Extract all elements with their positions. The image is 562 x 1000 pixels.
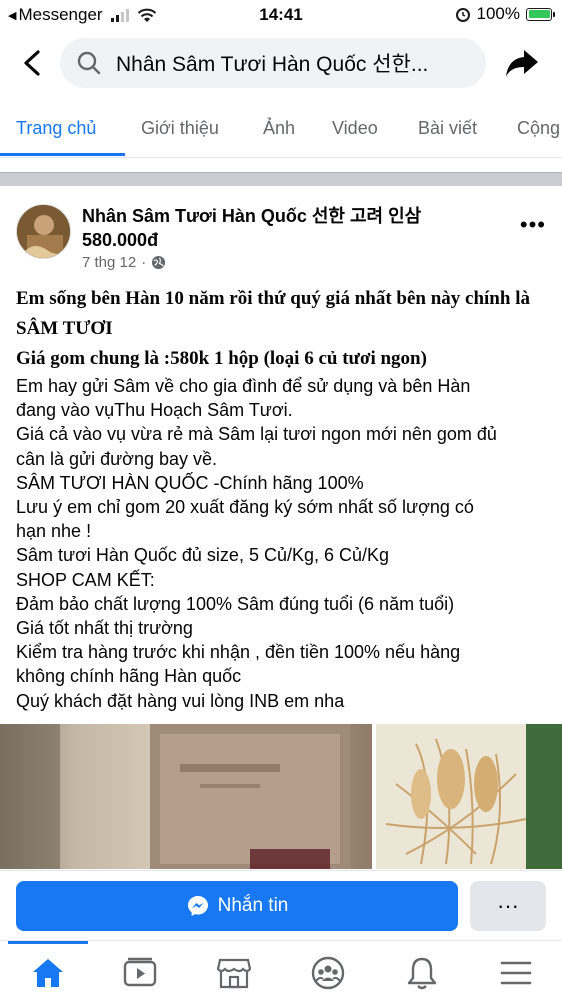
avatar-image [17,205,70,258]
status-right: 100% [455,4,555,24]
search-icon [77,51,101,75]
message-action-bar: Nhắn tin ··· [0,870,562,940]
battery-icon [526,7,555,21]
post-bold-line: Giá gom chung là :580k 1 hộp (loại 6 củ … [16,348,427,369]
nav-marketplace[interactable] [214,953,254,993]
nav-active-indicator [8,941,88,944]
back-button[interactable] [16,46,50,80]
post-line: SHOP CAM KẾT: [16,569,155,590]
post-photos [0,724,562,869]
avatar[interactable] [16,204,71,259]
groups-icon [311,956,345,990]
nav-home[interactable] [28,953,68,993]
search-field[interactable]: Nhân Sâm Tươi Hàn Quốc 선한... [60,38,486,88]
photo-box-image [0,724,350,869]
more-actions-button[interactable]: ··· [470,881,546,931]
post-author[interactable]: Nhân Sâm Tươi Hàn Quốc 선한 고려 인삼 580.000đ [82,204,462,252]
tab-photos[interactable]: Ảnh [263,118,295,139]
post-line: Kiểm tra hàng trước khi nhận , đền tiền … [16,642,461,663]
post-body: Em sống bên Hàn 10 năm rồi thứ quý giá n… [16,284,546,713]
post-header: Nhân Sâm Tươi Hàn Quốc 선한 고려 인삼 580.000đ… [0,198,562,278]
menu-icon [500,961,532,985]
section-divider [0,172,562,186]
nav-notifications[interactable] [402,953,442,993]
page-tabs: Trang chủ Giới thiệu Ảnh Video Bài viết … [0,104,562,158]
post-line: Sâm tươi Hàn Quốc đủ size, 5 Củ/Kg, 6 Củ… [16,545,390,566]
post-line: hạn nhe ! [16,521,92,542]
tab-posts[interactable]: Bài viết [418,118,477,139]
top-bar: Nhân Sâm Tươi Hàn Quốc 선한... [0,34,562,94]
home-icon [33,959,63,987]
battery-percent: 100% [476,4,520,23]
send-message-button[interactable]: Nhắn tin [16,881,458,931]
status-bar: ◀ Messenger 14:41 100% [0,0,562,30]
globe-icon [152,255,166,270]
bottom-nav [0,940,562,1000]
battery-level [528,10,550,18]
meta-separator: · [141,254,147,271]
post-line: SÂM TƯƠI HÀN QUỐC -Chính hãng 100% [16,472,364,493]
video-icon [123,957,157,987]
notifications-icon [407,957,437,990]
marketplace-icon [216,958,252,989]
post-line: Em hay gửi Sâm về cho gia đình để sử dụn… [16,376,471,396]
tab-community[interactable]: Cộng [517,118,560,139]
share-button[interactable] [504,46,540,80]
tab-about[interactable]: Giới thiệu [141,118,219,139]
nav-groups[interactable] [308,953,348,993]
post-line: Quý khách đặt hàng vui lòng INB em nha [16,690,345,711]
post-photo-product-box[interactable] [0,724,372,869]
post-line: cân là gửi đường bay về. [16,448,218,469]
post-bold-line: Em sống bên Hàn 10 năm rồi thứ quý giá n… [16,288,530,309]
post-line: Giá cả vào vụ vừa rẻ mà Sâm lại tươi ngo… [16,424,497,445]
alarm-icon [455,8,470,22]
tab-home[interactable]: Trang chủ [16,118,96,139]
nav-menu[interactable] [496,953,536,993]
post-line: Lưu ý em chỉ gom 20 xuất đăng ký sớm nhấ… [16,497,474,518]
post-line: Đảm bảo chất lượng 100% Sâm đúng tuổi (6… [16,593,455,614]
photo-ginseng-image [376,724,562,869]
search-text: Nhân Sâm Tươi Hàn Quốc 선한... [116,53,429,76]
post-line: Giá tốt nhất thị trường [16,618,193,639]
post-line: không chính hãng Hàn quốc [16,666,242,687]
tab-videos[interactable]: Video [332,118,378,139]
active-tab-indicator [0,153,125,156]
post-line: đang vào vụThu Hoạch Sâm Tươi. [16,400,293,421]
post-meta: 7 thg 12 · [82,254,166,271]
send-message-label: Nhắn tin [217,895,289,916]
messenger-icon [187,896,208,916]
post-date[interactable]: 7 thg 12 [82,254,136,271]
nav-video[interactable] [120,953,160,993]
post-photo-ginseng[interactable] [376,724,562,869]
post-bold-line: SÂM TƯƠI [16,318,113,339]
post-more-button[interactable]: ••• [520,212,546,238]
